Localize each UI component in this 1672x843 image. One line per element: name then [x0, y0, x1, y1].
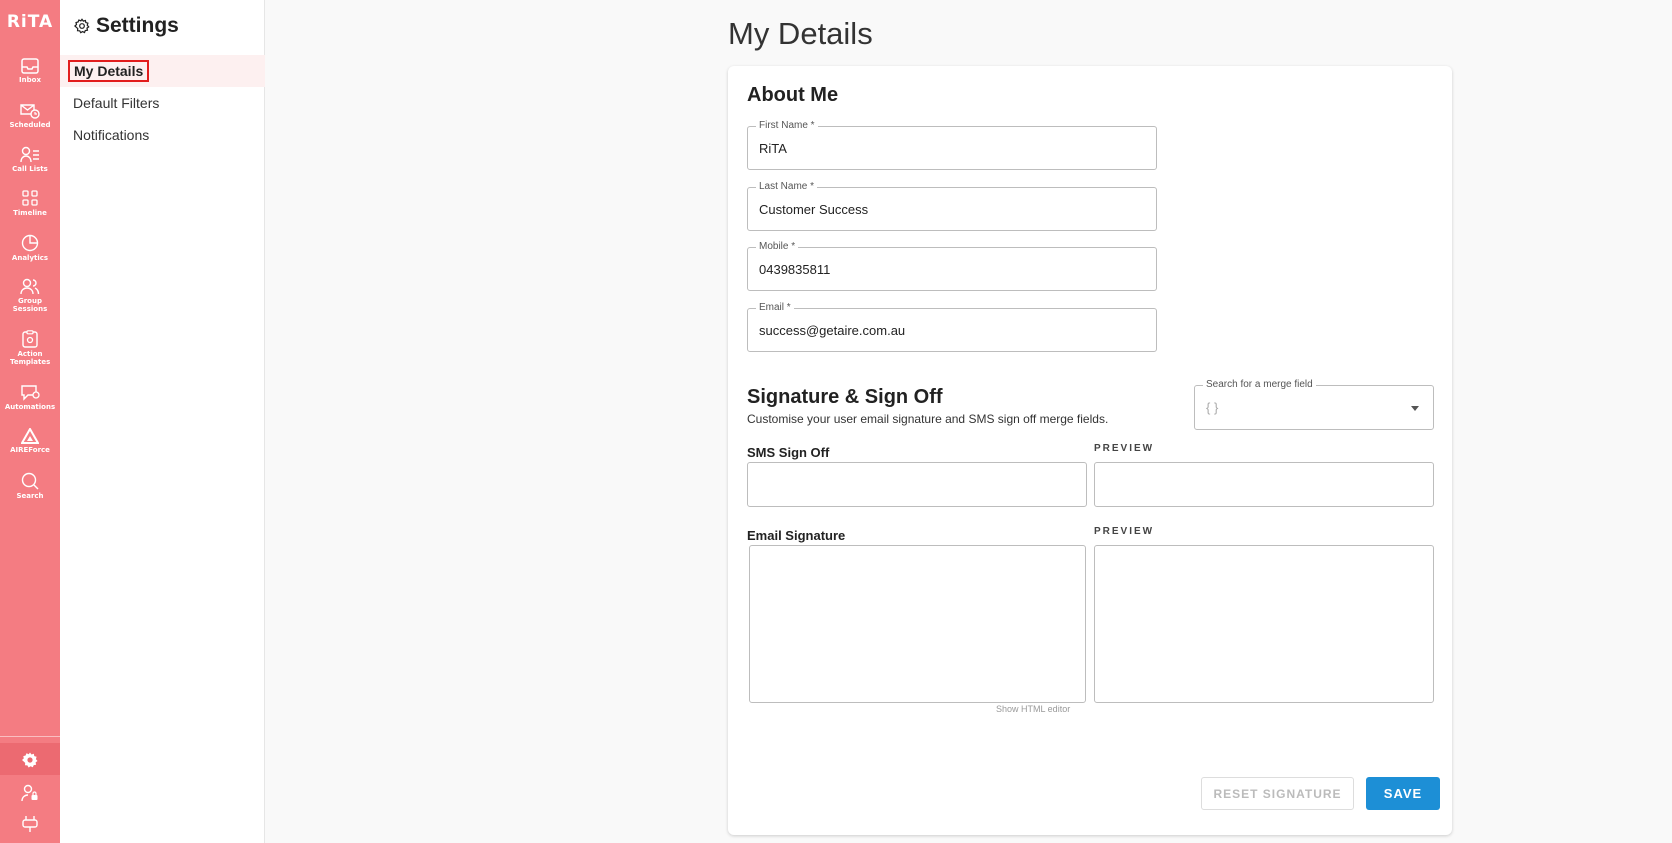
email-preview-label: PREVIEW [1094, 526, 1155, 537]
inbox-icon [21, 58, 39, 74]
rail-item-search[interactable]: Search [0, 472, 60, 500]
rail-item-inbox[interactable]: Inbox [0, 58, 60, 84]
last-name-field[interactable]: Last Name * Customer Success [747, 181, 1157, 231]
rail-label: Call Lists [12, 165, 48, 173]
email-signature-editor[interactable] [749, 545, 1086, 703]
reset-signature-button[interactable]: RESET SIGNATURE [1201, 777, 1354, 810]
analytics-icon [21, 234, 39, 252]
nav-item-label: My Details [68, 60, 150, 82]
rail-item-action-templates[interactable]: Action Templates [0, 330, 60, 366]
rail-item-automations[interactable]: Automations [0, 384, 60, 411]
rail-item-integrations[interactable] [21, 815, 39, 838]
page-title: My Details [728, 16, 873, 51]
settings-title-text: Settings [96, 14, 179, 37]
email-preview-box [1094, 545, 1434, 703]
field-label: Search for a merge field [1203, 379, 1316, 390]
rail-label: Action Templates [10, 350, 51, 366]
sms-preview-box [1094, 462, 1434, 507]
rail-item-call-lists[interactable]: Call Lists [0, 146, 60, 173]
chevron-down-icon[interactable] [1411, 406, 1419, 411]
left-rail: RiTA Inbox Scheduled Call Lists Timeline… [0, 0, 60, 843]
rail-label: Automations [4, 403, 56, 411]
rail-item-scheduled[interactable]: Scheduled [0, 102, 60, 129]
rail-label: Group Sessions [12, 297, 48, 313]
action-templates-icon [22, 330, 38, 348]
plug-icon [22, 816, 38, 832]
settings-title: Settings [74, 14, 179, 38]
rail-label: Analytics [11, 254, 49, 262]
about-me-heading: About Me [747, 84, 839, 106]
rail-label: Search [16, 492, 44, 500]
rail-label: AIREForce [10, 446, 50, 454]
user-lock-icon [21, 784, 38, 802]
nav-item-default-filters[interactable]: Default Filters [60, 87, 265, 119]
nav-item-label: Notifications [73, 127, 150, 143]
sms-sign-off-label: SMS Sign Off [747, 445, 830, 460]
search-icon [21, 472, 39, 490]
email-signature-label: Email Signature [747, 528, 846, 543]
rail-item-timeline[interactable]: Timeline [0, 190, 60, 217]
sms-preview-label: PREVIEW [1094, 443, 1155, 454]
show-html-editor-link[interactable]: Show HTML editor [996, 704, 1070, 714]
scheduled-icon [20, 104, 40, 119]
rail-item-aireforce[interactable]: AIREForce [0, 428, 60, 454]
details-card [728, 66, 1452, 835]
field-value: success@getaire.com.au [759, 322, 906, 338]
call-lists-icon [20, 146, 39, 163]
rail-label: Inbox [19, 76, 41, 84]
signature-subtitle: Customise your user email signature and … [747, 412, 1109, 426]
automations-icon [21, 385, 40, 401]
gear-icon [74, 18, 90, 34]
rita-logo[interactable]: RiTA [4, 12, 56, 32]
nav-item-label: Default Filters [73, 95, 160, 111]
mobile-field[interactable]: Mobile * 0439835811 [747, 241, 1157, 291]
rail-label: Scheduled [9, 121, 51, 129]
aireforce-icon [21, 428, 39, 444]
merge-field-placeholder: { } [1206, 400, 1219, 415]
email-field[interactable]: Email * success@getaire.com.au [747, 302, 1157, 352]
timeline-icon [22, 190, 38, 206]
field-value: RiTA [759, 140, 787, 156]
save-button[interactable]: SAVE [1366, 777, 1440, 810]
settings-panel: Settings My Details Default Filters Noti… [60, 0, 265, 843]
rail-item-group-sessions[interactable]: Group Sessions [0, 278, 60, 313]
signature-heading: Signature & Sign Off [747, 386, 943, 408]
sms-sign-off-input[interactable] [747, 462, 1087, 507]
nav-item-my-details[interactable]: My Details [60, 55, 265, 87]
rail-label: Timeline [13, 209, 47, 217]
rail-item-account[interactable] [21, 784, 39, 807]
rail-item-analytics[interactable]: Analytics [0, 234, 60, 262]
gear-icon [22, 752, 38, 768]
field-value: 0439835811 [759, 261, 831, 277]
rail-divider [0, 736, 60, 737]
field-value: Customer Success [759, 201, 869, 217]
nav-item-notifications[interactable]: Notifications [60, 119, 265, 151]
rail-item-settings[interactable] [0, 743, 60, 775]
first-name-field[interactable]: First Name * RiTA [747, 120, 1157, 170]
group-icon [20, 278, 40, 295]
merge-field-select[interactable]: Search for a merge field { } [1194, 379, 1434, 430]
